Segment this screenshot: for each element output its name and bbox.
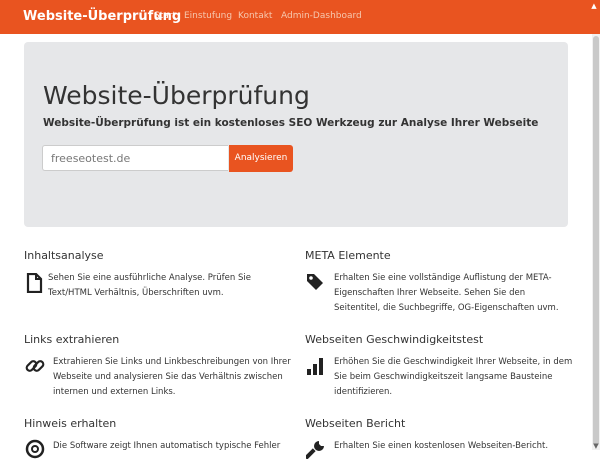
nav-einstufung[interactable]: Einstufung bbox=[184, 11, 232, 21]
feature-text-line: identifizieren. bbox=[334, 387, 393, 397]
nav-kontakt[interactable]: Kontakt bbox=[238, 11, 272, 21]
scroll-down-arrow-icon[interactable]: ▼ bbox=[592, 442, 600, 450]
feature-text-line: Extrahieren Sie Links und Linkbeschreibu… bbox=[53, 357, 291, 367]
feature-text-links-extrahieren: Extrahieren Sie Links und Linkbeschreibu… bbox=[53, 355, 293, 400]
navbar: Website-Überprüfung Start Einstufung Kon… bbox=[0, 0, 600, 34]
feature-text-webseiten-bericht: Erhalten Sie einen kostenlosen Webseiten… bbox=[334, 439, 574, 454]
url-input[interactable]: freeseotest.de bbox=[42, 145, 228, 171]
hero-jumbotron: Website-Überprüfung Website-Überprüfung … bbox=[24, 42, 568, 227]
feature-text-line: Erhalten Sie einen kostenlosen Webseiten… bbox=[334, 441, 549, 451]
bar-chart-icon bbox=[307, 358, 323, 375]
feature-text-meta-elemente: Erhalten Sie eine vollständige Auflistun… bbox=[334, 271, 574, 316]
feature-title-geschwindigkeitstest: Webseiten Geschwindigkeitstest bbox=[305, 333, 484, 346]
feature-text-line: Erhöhen Sie die Geschwindigkeit Ihrer We… bbox=[334, 357, 573, 367]
analyze-button[interactable]: Analysieren bbox=[229, 145, 293, 172]
feature-text-line: Sie beim Geschwindigkeitszeit langsame B… bbox=[334, 372, 553, 382]
feature-text-line: Text/HTML Verhältnis, Überschriften uvm. bbox=[48, 288, 224, 298]
feature-text-geschwindigkeitstest: Erhöhen Sie die Geschwindigkeit Ihrer We… bbox=[334, 355, 574, 400]
feature-title-hinweis-erhalten: Hinweis erhalten bbox=[24, 417, 117, 430]
feature-title-inhaltsanalyse: Inhaltsanalyse bbox=[24, 249, 104, 262]
feature-text-line: Sehen Sie eine ausführliche Analyse. Prü… bbox=[48, 273, 251, 283]
feature-text-line: Webseite und analysieren Sie das Verhält… bbox=[53, 372, 283, 382]
feature-text-line: Die Software zeigt Ihnen automatisch typ… bbox=[53, 441, 281, 451]
feature-text-line: internen und externen Links. bbox=[53, 387, 176, 397]
feature-text-line: Eigenschaften Ihrer Webseite. Sehen Sie … bbox=[334, 288, 526, 298]
feature-text-hinweis-erhalten: Die Software zeigt Ihnen automatisch typ… bbox=[53, 439, 293, 454]
lifebuoy-icon bbox=[25, 439, 45, 459]
wrench-icon bbox=[306, 441, 324, 459]
nav-start[interactable]: Start bbox=[154, 11, 176, 21]
scrollbar-thumb[interactable] bbox=[593, 36, 599, 446]
feature-title-webseiten-bericht: Webseiten Bericht bbox=[305, 417, 406, 430]
feature-text-line: Seitentitel, die Suchbegriffe, OG-Eigens… bbox=[334, 303, 559, 313]
nav-admin-dashboard[interactable]: Admin-Dashboard bbox=[281, 11, 362, 21]
link-icon bbox=[25, 360, 45, 372]
hero-title: Website-Überprüfung bbox=[43, 81, 310, 110]
feature-text-inhaltsanalyse: Sehen Sie eine ausführliche Analyse. Prü… bbox=[48, 271, 288, 301]
hero-subtitle: Website-Überprüfung ist ein kostenloses … bbox=[43, 117, 539, 129]
feature-title-links-extrahieren: Links extrahieren bbox=[24, 333, 120, 346]
file-icon bbox=[26, 273, 43, 293]
feature-title-meta-elemente: META Elemente bbox=[305, 249, 391, 262]
tag-icon bbox=[307, 274, 323, 290]
scroll-up-arrow-icon[interactable]: ▲ bbox=[590, 2, 598, 10]
feature-text-line: Erhalten Sie eine vollständige Auflistun… bbox=[334, 273, 552, 283]
